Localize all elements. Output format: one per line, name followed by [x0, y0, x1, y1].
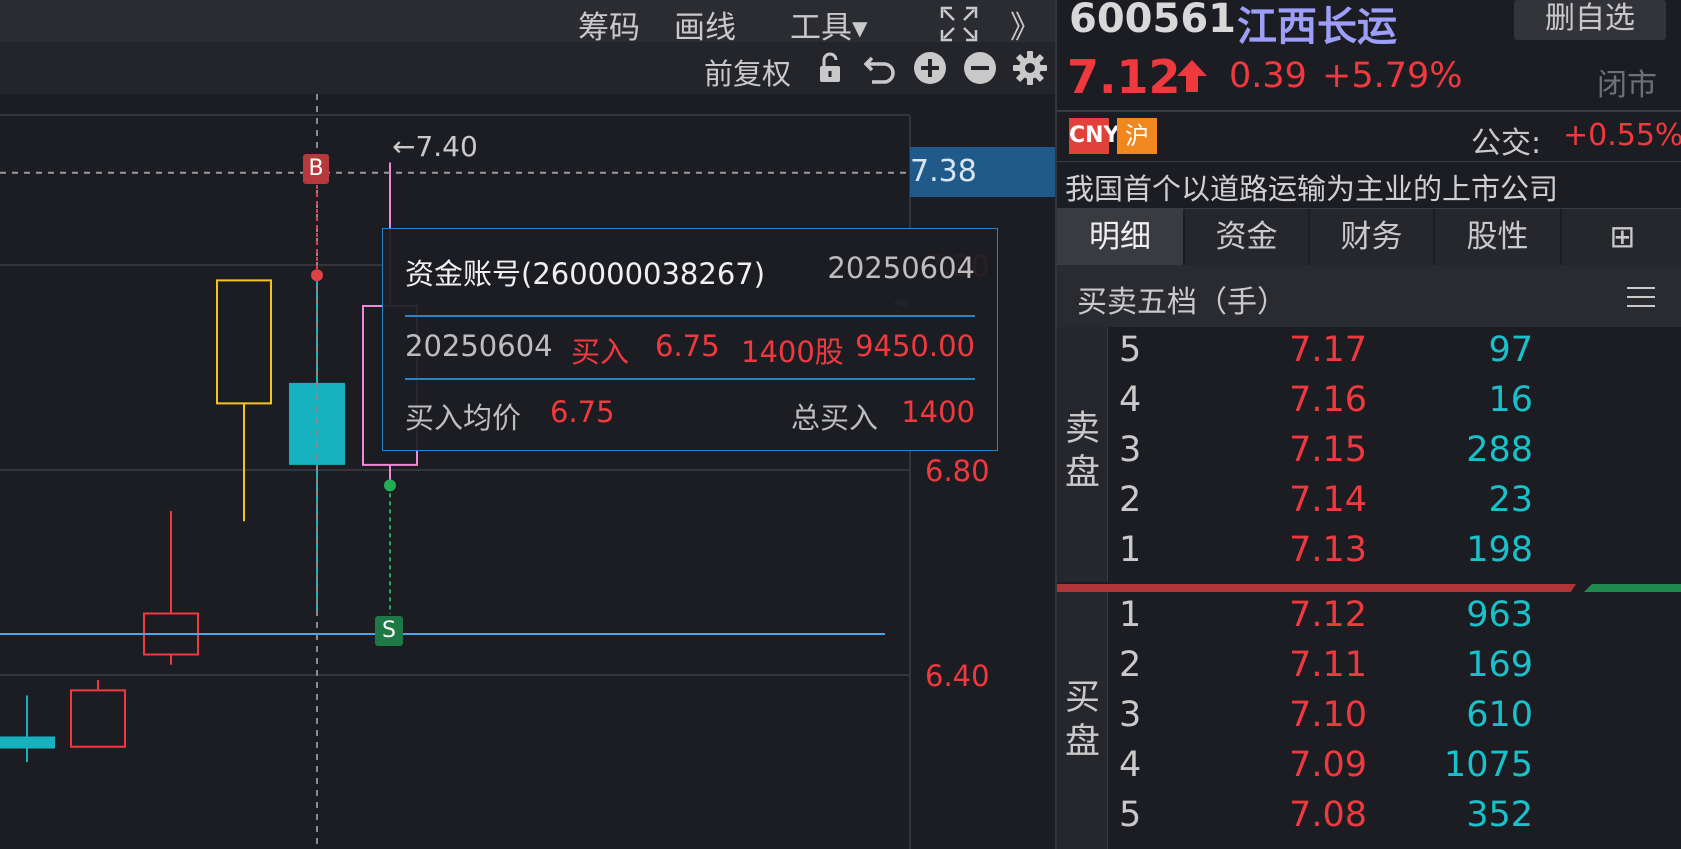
sell-row-5[interactable]: 1 7.13 198 — [1107, 528, 1681, 578]
candle — [216, 279, 272, 522]
tab-finance[interactable]: 财务 — [1310, 209, 1435, 265]
candle-body — [70, 689, 126, 748]
undo-icon[interactable] — [862, 50, 898, 86]
sell-side-text: 卖盘 — [1065, 409, 1101, 493]
chart-toolbar: 前复权 — [0, 42, 1055, 94]
tools-menu[interactable]: 工具▾ — [790, 2, 868, 47]
buy-row-3[interactable]: 3 7.10 610 — [1107, 693, 1681, 743]
buy-row-1[interactable]: 1 7.12 963 — [1107, 593, 1681, 643]
trade-quantity: 1400股 — [741, 335, 844, 369]
candlestick-chart[interactable]: 7.206.806.40 — [0, 94, 1055, 849]
stock-code: 600561 — [1069, 0, 1236, 42]
high-price-marker: ←7.40 — [392, 130, 478, 163]
zoom-in-icon[interactable] — [912, 50, 948, 86]
avg-price-label: 买入均价 — [405, 401, 522, 435]
orderbook-title: 买卖五档（手） — [1077, 285, 1287, 320]
total-buy-label: 总买入 — [791, 401, 879, 435]
sell-volume: 288 — [1466, 430, 1533, 470]
trade-type: 买入 — [571, 335, 630, 369]
market-tag: 沪 — [1117, 118, 1157, 154]
trade-date: 20250604 — [405, 329, 553, 363]
chart-menu-bar: 筹码 画线 工具▾ 》 — [0, 0, 1055, 46]
candle-body — [216, 279, 272, 405]
gear-icon[interactable] — [1012, 50, 1048, 86]
price-change-percent: +5.79% — [1322, 56, 1463, 96]
candle — [143, 511, 199, 665]
trade-price: 6.75 — [655, 329, 720, 363]
company-description: 我国首个以道路运输为主业的上市公司 — [1065, 172, 1559, 206]
sell-volume: 198 — [1466, 530, 1533, 570]
sell-marker[interactable]: S — [375, 616, 403, 646]
stock-name[interactable]: 江西长运 — [1237, 0, 1397, 52]
tab-details[interactable]: 明细 — [1057, 209, 1185, 265]
buy-side-text: 买盘 — [1065, 678, 1101, 762]
tooltip-date: 20250604 — [827, 251, 975, 285]
divider — [1057, 110, 1681, 112]
tooltip-divider — [405, 378, 975, 380]
buy-volume: 610 — [1466, 695, 1533, 735]
sell-row-3[interactable]: 3 7.15 288 — [1107, 428, 1681, 478]
buy-marker[interactable]: B — [303, 154, 329, 184]
currency-tag: CNY — [1069, 118, 1120, 154]
total-buy-value: 1400 — [901, 395, 975, 429]
account-label: 资金账号(260000038267) — [405, 257, 766, 291]
tab-funds[interactable]: 资金 — [1185, 209, 1310, 265]
up-arrow-icon — [1177, 60, 1207, 92]
quote-panel: 600561 江西长运 删自选 7.12 0.39 +5.79% 闭市 CNY … — [1055, 0, 1681, 849]
chip-menu[interactable]: 筹码 — [578, 2, 640, 47]
buy-volume: 352 — [1466, 795, 1533, 835]
expand-more-icon[interactable]: 》 — [1010, 2, 1041, 47]
buy-row-2[interactable]: 2 7.11 169 — [1107, 643, 1681, 693]
sell-point-dot — [384, 479, 396, 492]
orderbook-header: 买卖五档（手） — [1057, 265, 1681, 327]
buy-ratio-bar — [1057, 584, 1576, 592]
sell-row-1[interactable]: 5 7.17 97 — [1107, 328, 1681, 378]
sell-side-label: 卖盘 — [1057, 327, 1108, 582]
crosshair-price-label: 7.38 — [910, 147, 1055, 197]
buy-volume: 169 — [1466, 645, 1533, 685]
trade-amount: 9450.00 — [855, 329, 975, 363]
lock-icon[interactable] — [812, 50, 848, 86]
avg-price-value: 6.75 — [550, 395, 615, 429]
sector-label[interactable]: 公交: — [1471, 118, 1541, 162]
buy-volume: 1075 — [1443, 745, 1533, 785]
menu-icon[interactable] — [1627, 287, 1655, 307]
sell-volume: 97 — [1488, 330, 1533, 370]
adjust-mode-selector[interactable]: 前复权 — [704, 51, 791, 93]
price-axis-label: 6.80 — [925, 454, 990, 488]
sell-row-2[interactable]: 4 7.16 16 — [1107, 378, 1681, 428]
draw-line-menu[interactable]: 画线 — [674, 2, 736, 47]
divider — [1057, 161, 1681, 162]
crosshair-price-value: 7.38 — [910, 154, 977, 189]
info-tabs: 明细 资金 财务 股性 ⊞ — [1057, 209, 1681, 265]
tab-more-icon[interactable]: ⊞ — [1562, 209, 1681, 265]
trade-tooltip: 资金账号(260000038267) 20250604 20250604 买入 … — [382, 228, 998, 451]
candle — [0, 695, 55, 763]
last-price: 7.12 — [1067, 50, 1181, 104]
sell-volume: 23 — [1488, 480, 1533, 520]
buy-row-5[interactable]: 5 7.08 352 — [1107, 793, 1681, 843]
sell-volume: 16 — [1488, 380, 1533, 420]
sector-change: +0.55% — [1563, 118, 1681, 153]
sell-ratio-bar — [1584, 584, 1681, 592]
buy-side-label: 买盘 — [1057, 592, 1108, 849]
tab-stock-traits[interactable]: 股性 — [1435, 209, 1562, 265]
market-status: 闭市 — [1597, 68, 1657, 103]
buy-row-4[interactable]: 4 7.09 1075 — [1107, 743, 1681, 793]
price-change: 0.39 — [1229, 56, 1307, 96]
tooltip-divider — [405, 315, 975, 317]
zoom-out-icon[interactable] — [962, 50, 998, 86]
price-axis-label: 6.40 — [925, 659, 990, 693]
candle — [70, 680, 126, 748]
buy-volume: 963 — [1466, 595, 1533, 635]
remove-watchlist-button[interactable]: 删自选 — [1514, 0, 1666, 40]
candle-body — [0, 736, 55, 749]
buy-point-dot — [311, 269, 323, 282]
sell-row-4[interactable]: 2 7.14 23 — [1107, 478, 1681, 528]
